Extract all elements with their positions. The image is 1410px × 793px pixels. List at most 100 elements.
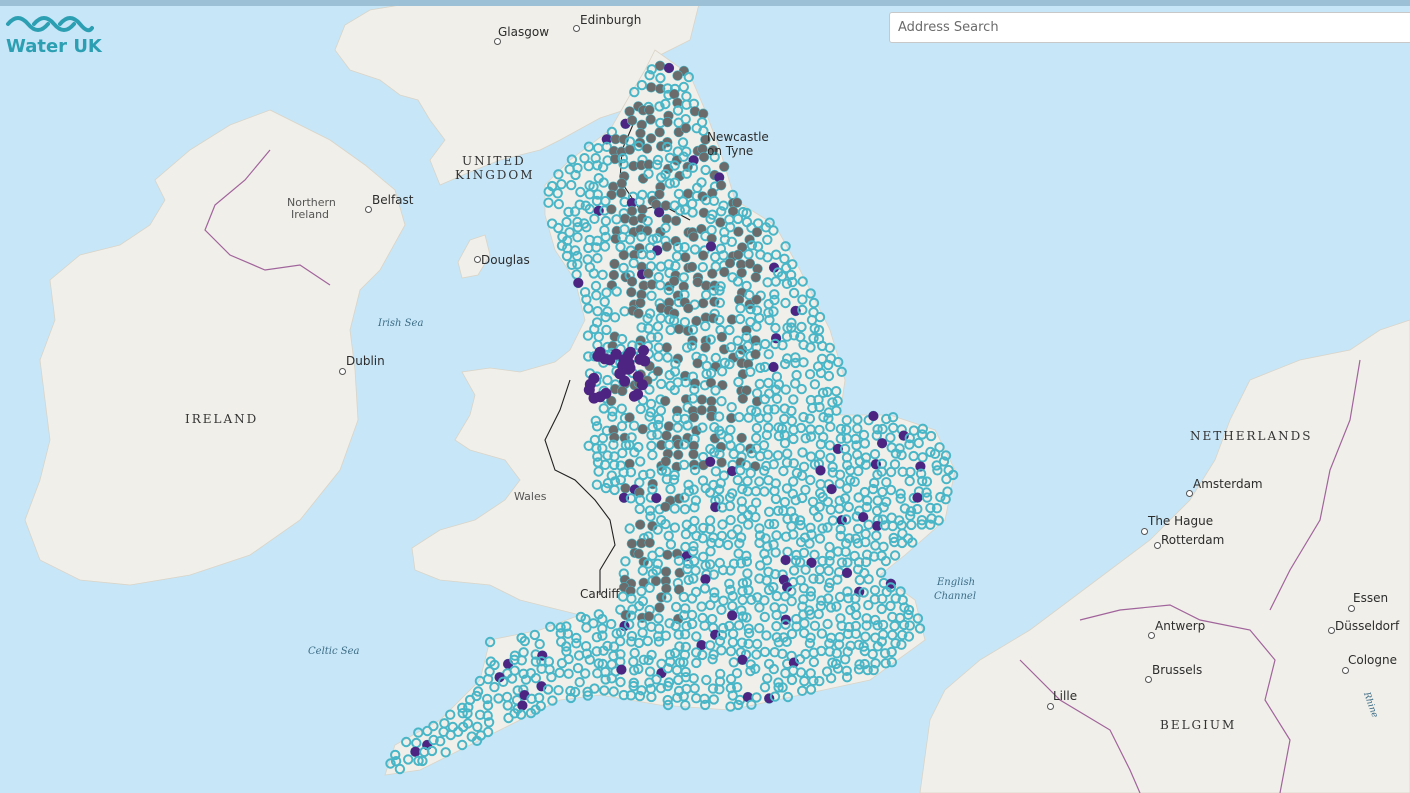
site-marker-grey[interactable] [606,204,617,214]
site-marker-grey[interactable] [693,277,703,287]
site-marker-grey[interactable] [683,303,693,313]
site-marker-purple[interactable] [842,567,852,578]
site-marker-grey[interactable] [669,276,679,286]
site-marker-purple[interactable] [768,362,779,372]
site-marker-grey[interactable] [644,611,654,621]
site-marker-grey[interactable] [698,250,708,260]
site-marker-grey[interactable] [627,115,637,125]
site-marker-purple[interactable] [652,245,663,256]
site-marker-grey[interactable] [655,61,665,71]
site-marker-grey[interactable] [738,394,748,404]
site-marker-grey[interactable] [638,424,648,434]
site-marker-purple[interactable] [780,555,791,565]
site-marker-grey[interactable] [687,262,697,272]
site-marker-purple[interactable] [664,63,674,73]
site-marker-purple[interactable] [912,492,923,503]
site-marker-grey[interactable] [635,128,646,138]
site-marker-grey[interactable] [626,287,636,297]
site-marker-grey[interactable] [673,71,683,81]
site-marker-grey[interactable] [617,386,627,396]
site-marker-grey[interactable] [625,106,635,116]
site-marker-purple[interactable] [600,387,612,399]
site-marker-grey[interactable] [634,549,644,559]
site-marker-grey[interactable] [680,252,690,262]
site-marker-grey[interactable] [644,159,654,170]
site-marker-grey[interactable] [717,457,727,467]
site-marker-grey[interactable] [732,198,742,208]
site-marker-grey[interactable] [638,173,648,184]
site-marker-grey[interactable] [660,502,671,512]
site-marker-grey[interactable] [617,178,627,188]
site-marker-grey[interactable] [620,214,630,224]
site-marker-grey[interactable] [660,396,670,406]
site-marker-grey[interactable] [647,279,657,290]
site-marker-purple[interactable] [706,241,716,252]
site-marker-grey[interactable] [691,316,702,326]
site-marker-grey[interactable] [733,250,743,260]
site-marker-grey[interactable] [625,459,635,469]
site-marker-purple[interactable] [638,345,649,356]
site-marker-grey[interactable] [643,268,653,278]
site-marker-grey[interactable] [662,550,673,560]
site-marker-grey[interactable] [673,450,683,460]
site-marker-purple[interactable] [705,456,716,467]
site-marker-grey[interactable] [719,162,729,172]
site-marker-purple[interactable] [573,277,584,288]
site-marker-grey[interactable] [619,250,629,260]
site-marker-purple[interactable] [610,348,622,360]
site-marker-grey[interactable] [662,214,672,224]
site-marker-grey[interactable] [750,349,761,359]
site-marker-grey[interactable] [627,276,637,287]
site-marker-grey[interactable] [662,342,672,353]
site-marker-grey[interactable] [609,259,620,269]
site-marker-purple[interactable] [588,372,600,384]
site-marker-purple[interactable] [651,493,662,504]
site-marker-grey[interactable] [637,204,648,214]
site-marker-purple[interactable] [594,346,606,358]
address-search-input[interactable] [889,12,1410,43]
site-marker-grey[interactable] [616,188,626,198]
site-marker-grey[interactable] [689,412,699,422]
site-marker-purple[interactable] [616,664,627,675]
site-marker-grey[interactable] [671,216,681,226]
site-marker-grey[interactable] [646,114,656,124]
site-marker-grey[interactable] [725,258,735,268]
site-marker-grey[interactable] [698,109,708,119]
site-marker-grey[interactable] [661,583,671,594]
site-marker-grey[interactable] [662,117,673,127]
site-marker-purple[interactable] [410,746,421,757]
site-marker-grey[interactable] [644,105,655,115]
site-marker-grey[interactable] [688,449,699,459]
site-marker-purple[interactable] [727,610,738,621]
site-marker-purple[interactable] [700,574,711,585]
site-marker-grey[interactable] [733,227,744,237]
site-marker-grey[interactable] [715,217,726,227]
site-marker-grey[interactable] [609,270,619,280]
site-marker-grey[interactable] [693,358,703,368]
site-marker-grey[interactable] [654,602,665,613]
site-marker-grey[interactable] [620,483,631,493]
site-marker-grey[interactable] [662,242,672,252]
site-marker-grey[interactable] [637,120,647,130]
site-marker-grey[interactable] [608,182,618,192]
site-marker-grey[interactable] [700,342,711,352]
site-marker-grey[interactable] [627,539,637,549]
site-marker-purple[interactable] [636,379,648,391]
site-marker-grey[interactable] [661,456,671,466]
site-marker-grey[interactable] [627,206,637,216]
site-marker-grey[interactable] [646,133,656,143]
site-marker-grey[interactable] [697,405,707,415]
site-marker-grey[interactable] [706,396,717,406]
site-marker-grey[interactable] [633,308,644,318]
site-marker-grey[interactable] [645,538,655,548]
site-marker-grey[interactable] [734,295,744,305]
site-marker-purple[interactable] [621,363,633,375]
site-marker-grey[interactable] [737,433,747,443]
site-marker-grey[interactable] [655,127,665,137]
site-marker-grey[interactable] [717,332,727,342]
site-marker-grey[interactable] [752,264,763,274]
site-marker-purple[interactable] [654,207,665,218]
site-marker-grey[interactable] [629,216,639,226]
site-marker-grey[interactable] [698,298,708,308]
site-marker-grey[interactable] [661,431,672,441]
